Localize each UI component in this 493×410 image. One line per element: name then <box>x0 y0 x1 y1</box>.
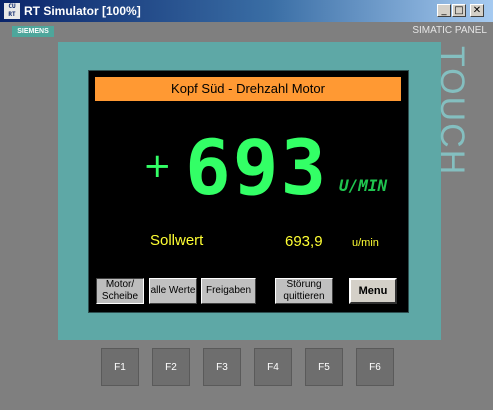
f2-key[interactable]: F2 <box>152 348 190 386</box>
freigaben-label: Freigaben <box>205 285 252 296</box>
title-bar[interactable]: CU RT RT Simulator [100%] _ □ ✕ <box>0 0 493 22</box>
touch-label: TOUCH <box>433 46 471 177</box>
close-button[interactable]: ✕ <box>470 4 484 17</box>
setpoint-unit: u/min <box>352 237 379 249</box>
window-title: RT Simulator [100%] <box>24 4 141 18</box>
f3-key[interactable]: F3 <box>203 348 241 386</box>
f1-key[interactable]: F1 <box>101 348 139 386</box>
motor-scheibe-button[interactable]: Motor/ Scheibe <box>96 278 144 304</box>
speed-value: 693 <box>185 123 329 212</box>
setpoint-value: 693,9 <box>285 233 323 250</box>
minimize-button[interactable]: _ <box>437 4 451 17</box>
panel-model: SIMATIC PANEL <box>412 25 487 36</box>
alle-werte-label: alle Werte <box>150 285 196 296</box>
f4-key[interactable]: F4 <box>254 348 292 386</box>
motor-scheibe-label: Motor/ Scheibe <box>101 279 139 302</box>
f5-key[interactable]: F5 <box>305 348 343 386</box>
speed-sign: + <box>143 146 172 186</box>
stoerung-quittieren-button[interactable]: Störung quittieren <box>275 278 333 304</box>
setpoint-label: Sollwert <box>150 232 204 249</box>
speed-unit: U/MIN <box>339 176 388 195</box>
menu-button[interactable]: Menu <box>349 278 397 304</box>
screen-header: Kopf Süd - Drehzahl Motor <box>95 77 401 101</box>
f6-key[interactable]: F6 <box>356 348 394 386</box>
app-icon: CU RT <box>4 3 20 19</box>
freigaben-button[interactable]: Freigaben <box>201 278 256 304</box>
alle-werte-button[interactable]: alle Werte <box>149 278 197 304</box>
brand-logo: SIEMENS <box>12 26 54 37</box>
stoerung-quittieren-label: Störung quittieren <box>283 279 325 302</box>
maximize-button[interactable]: □ <box>452 4 466 17</box>
menu-label: Menu <box>358 285 388 297</box>
